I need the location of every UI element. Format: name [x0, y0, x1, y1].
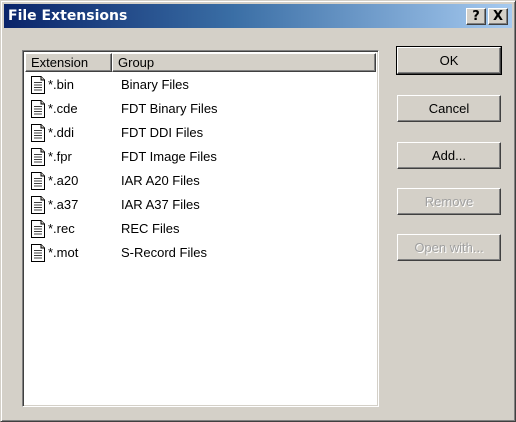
list-item[interactable]: *.bin Binary Files: [25, 74, 375, 98]
group-cell: FDT Image Files: [121, 149, 217, 164]
extension-cell: *.cde: [48, 101, 78, 116]
remove-button[interactable]: Remove: [397, 188, 501, 215]
column-header-extension[interactable]: Extension: [25, 53, 112, 72]
file-extensions-dialog: File Extensions ? X Extension Group *.bi…: [0, 0, 516, 422]
document-icon: [31, 220, 45, 238]
column-header-group[interactable]: Group: [112, 53, 376, 72]
document-icon: [31, 148, 45, 166]
question-mark-icon: ?: [472, 9, 480, 24]
list-item[interactable]: *.fpr FDT Image Files: [25, 146, 375, 170]
close-button[interactable]: X: [488, 8, 508, 25]
group-cell: IAR A37 Files: [121, 197, 200, 212]
cancel-button[interactable]: Cancel: [397, 95, 501, 122]
close-icon: X: [492, 9, 504, 24]
extension-cell: *.a37: [48, 197, 79, 212]
dialog-title: File Extensions: [8, 8, 128, 24]
group-cell: S-Record Files: [121, 245, 207, 260]
list-rows: *.bin Binary Files *.cde FDT Binary File…: [25, 74, 375, 266]
add-button[interactable]: Add...: [397, 142, 501, 169]
extension-cell: *.fpr: [48, 149, 72, 164]
document-icon: [31, 124, 45, 142]
group-cell: IAR A20 Files: [121, 173, 200, 188]
extension-cell: *.rec: [48, 221, 75, 236]
list-item[interactable]: *.a37 IAR A37 Files: [25, 194, 375, 218]
extension-cell: *.mot: [48, 245, 79, 260]
list-item[interactable]: *.rec REC Files: [25, 218, 375, 242]
group-cell: FDT Binary Files: [121, 101, 218, 116]
title-bar[interactable]: File Extensions ? X: [4, 4, 512, 28]
list-item[interactable]: *.mot S-Record Files: [25, 242, 375, 266]
ok-button[interactable]: OK: [396, 46, 502, 75]
document-icon: [31, 100, 45, 118]
list-item[interactable]: *.a20 IAR A20 Files: [25, 170, 375, 194]
list-item[interactable]: *.cde FDT Binary Files: [25, 98, 375, 122]
open-with-button[interactable]: Open with...: [397, 234, 501, 261]
list-item[interactable]: *.ddi FDT DDI Files: [25, 122, 375, 146]
group-cell: FDT DDI Files: [121, 125, 204, 140]
group-cell: Binary Files: [121, 77, 189, 92]
document-icon: [31, 244, 45, 262]
group-cell: REC Files: [121, 221, 180, 236]
document-icon: [31, 172, 45, 190]
list-header: Extension Group: [25, 53, 376, 72]
document-icon: [31, 76, 45, 94]
extension-cell: *.a20: [48, 173, 79, 188]
help-button[interactable]: ?: [466, 8, 486, 25]
extensions-list[interactable]: Extension Group *.bin Binary Files *.cde…: [22, 50, 379, 407]
document-icon: [31, 196, 45, 214]
extension-cell: *.bin: [48, 77, 75, 92]
extension-cell: *.ddi: [48, 125, 75, 140]
